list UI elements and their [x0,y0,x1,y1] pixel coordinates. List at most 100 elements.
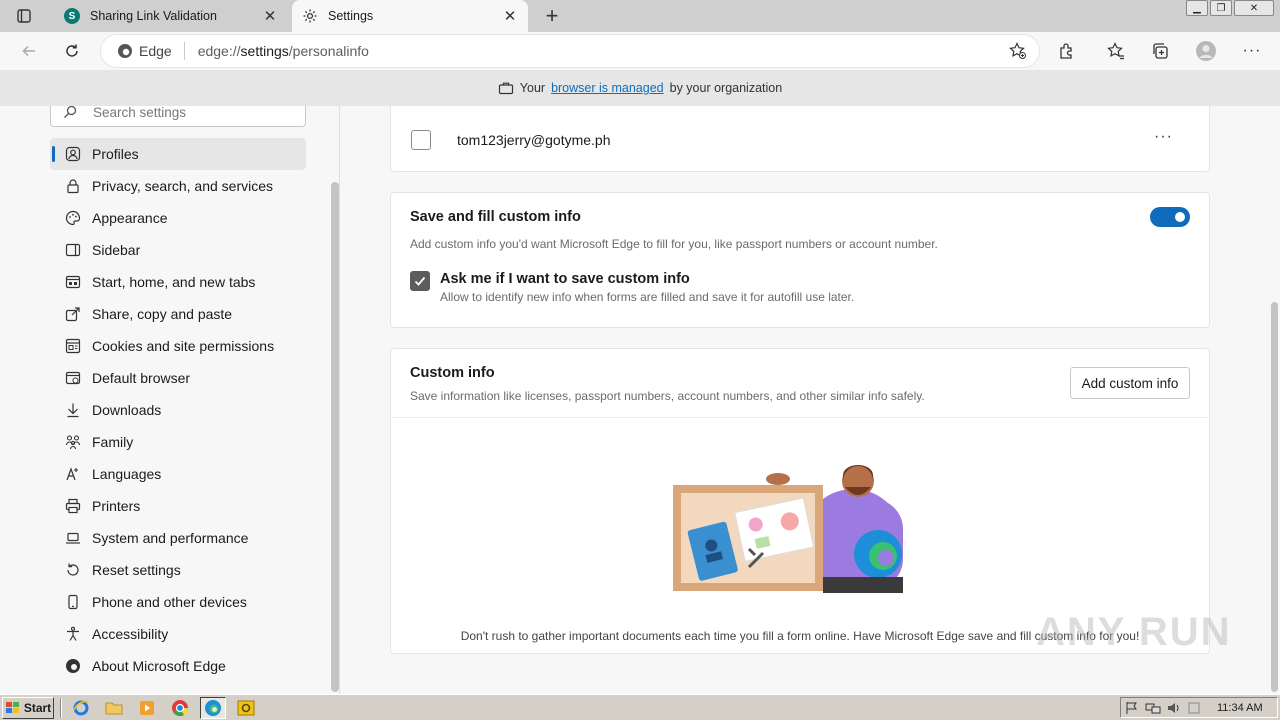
search-input[interactable]: Search settings [50,106,306,127]
ask-save-checkbox[interactable] [410,271,430,291]
sidebar-item-label: Cookies and site permissions [92,338,275,354]
briefcase-icon [498,82,513,95]
managed-banner: Your browser is managed by your organiza… [0,70,1280,106]
windows-taskbar: Start 11:34 AM [0,694,1280,720]
cookies-icon [64,337,82,355]
flag-icon[interactable] [1125,701,1139,715]
start-button[interactable]: Start [2,696,54,719]
close-window-button[interactable]: ✕ [1234,0,1274,16]
taskbar-explorer[interactable] [101,697,127,719]
search-placeholder: Search settings [93,106,187,120]
tab-strip: S Sharing Link Validation ✕ Settings ✕ +… [0,0,1280,32]
settings-more-button[interactable]: ··· [1237,36,1267,66]
close-icon[interactable]: ✕ [262,8,278,25]
ask-save-text: Ask me if I want to save custom info All… [440,271,854,304]
save-custom-info-toggle[interactable] [1150,207,1190,227]
edge-logo-icon [205,699,221,716]
languages-icon [64,465,82,483]
profile-button[interactable] [1191,36,1221,66]
palette-icon [64,209,82,227]
more-icon: ··· [1242,42,1262,59]
sidebar-item-languages[interactable]: Languages [50,458,306,490]
refresh-button[interactable] [57,36,87,66]
restore-button[interactable]: ❐ [1210,0,1232,16]
save-custom-info-description: Add custom info you'd want Microsoft Edg… [410,237,938,251]
restore-icon: ❐ [1216,2,1226,14]
favorites-button[interactable] [1101,36,1131,66]
sidebar-item-share[interactable]: Share, copy and paste [50,298,306,330]
sidebar-item-phone[interactable]: Phone and other devices [50,586,306,618]
sidebar-item-accessibility[interactable]: Accessibility [50,618,306,650]
lock-icon [64,177,82,195]
sidebar-item-label: Printers [92,498,141,514]
sidebar-item-system[interactable]: System and performance [50,522,306,554]
favorites-icon [1107,42,1124,60]
tab-actions-icon [17,9,31,23]
home-tabs-icon [64,273,82,291]
edge-logo-icon [118,44,132,58]
custom-info-card: Custom info Save information like licens… [390,348,1210,654]
add-favorite-button[interactable] [1009,42,1027,63]
url-host: settings [240,43,289,59]
sidebar-item-privacy[interactable]: Privacy, search, and services [50,170,306,202]
sidebar-item-family[interactable]: Family [50,426,306,458]
sidebar-item-sidebar[interactable]: Sidebar [50,234,306,266]
more-actions-button[interactable]: ··· [1154,128,1173,146]
close-icon[interactable]: ✕ [502,8,518,25]
custom-info-illustration [673,465,903,593]
new-tab-button[interactable]: + [540,3,564,28]
sidebar-item-label: Phone and other devices [92,594,247,610]
minimize-button[interactable]: ▁ [1186,0,1208,16]
back-button[interactable] [14,36,44,66]
sidebar-item-cookies[interactable]: Cookies and site permissions [50,330,306,362]
collections-icon [1153,43,1168,59]
banner-suffix: by your organization [669,81,783,95]
network-icon[interactable] [1145,701,1161,715]
sidebar-item-label: Start, home, and new tabs [92,274,256,290]
address-bar[interactable]: Edge edge://settings/personalinfo [100,34,1040,68]
sidebar-item-start-home[interactable]: Start, home, and new tabs [50,266,306,298]
save-custom-info-title: Save and fill custom info [410,209,581,225]
taskbar-edge[interactable] [200,696,226,719]
tab-actions-button[interactable] [8,5,40,27]
sidebar-item-label: Privacy, search, and services [92,178,274,194]
tab-sharing-link[interactable]: S Sharing Link Validation ✕ [54,0,288,32]
edge-chip: Edge [117,42,185,60]
extensions-button[interactable] [1052,36,1082,66]
system-tray: 11:34 AM [1120,697,1278,718]
tab-settings[interactable]: Settings ✕ [292,0,528,32]
sidebar-item-about[interactable]: About Microsoft Edge [50,650,306,682]
add-custom-info-button[interactable]: Add custom info [1070,367,1190,399]
settings-nav: Profiles Privacy, search, and services A… [50,138,306,682]
minimize-icon: ▁ [1193,2,1201,14]
sidebar-item-appearance[interactable]: Appearance [50,202,306,234]
sharepoint-icon: S [64,8,80,24]
url-scheme: edge:// [197,43,241,59]
collections-button[interactable] [1145,36,1175,66]
chrome-icon [172,699,189,716]
url-path: /personalinfo [288,43,369,59]
star-plus-icon [1009,42,1026,59]
sidebar-item-printers[interactable]: Printers [50,490,306,522]
sidebar-item-reset[interactable]: Reset settings [50,554,306,586]
ie-icon [73,700,89,715]
taskbar-media-player[interactable] [134,697,160,719]
saved-email-value: tom123jerry@gotyme.ph [457,132,611,148]
sidebar-item-downloads[interactable]: Downloads [50,394,306,426]
taskbar-chrome[interactable] [167,697,193,719]
sidebar-scrollbar[interactable] [331,182,339,692]
sidebar-item-label: Share, copy and paste [92,306,233,322]
ask-save-title: Ask me if I want to save custom info [440,271,690,287]
laptop-icon [64,529,82,547]
volume-icon[interactable] [1167,701,1181,715]
email-checkbox[interactable] [411,130,431,150]
main-scrollbar[interactable] [1271,302,1278,692]
sidebar-item-profiles[interactable]: Profiles [50,138,306,170]
taskbar-outlook[interactable] [233,697,259,719]
taskbar-ie[interactable] [68,697,94,719]
security-icon[interactable] [1187,701,1201,715]
sidebar-item-default-browser[interactable]: Default browser [50,362,306,394]
browser-icon [64,369,82,387]
browser-managed-link[interactable]: browser is managed [551,81,664,95]
taskbar-clock: 11:34 AM [1217,701,1263,714]
